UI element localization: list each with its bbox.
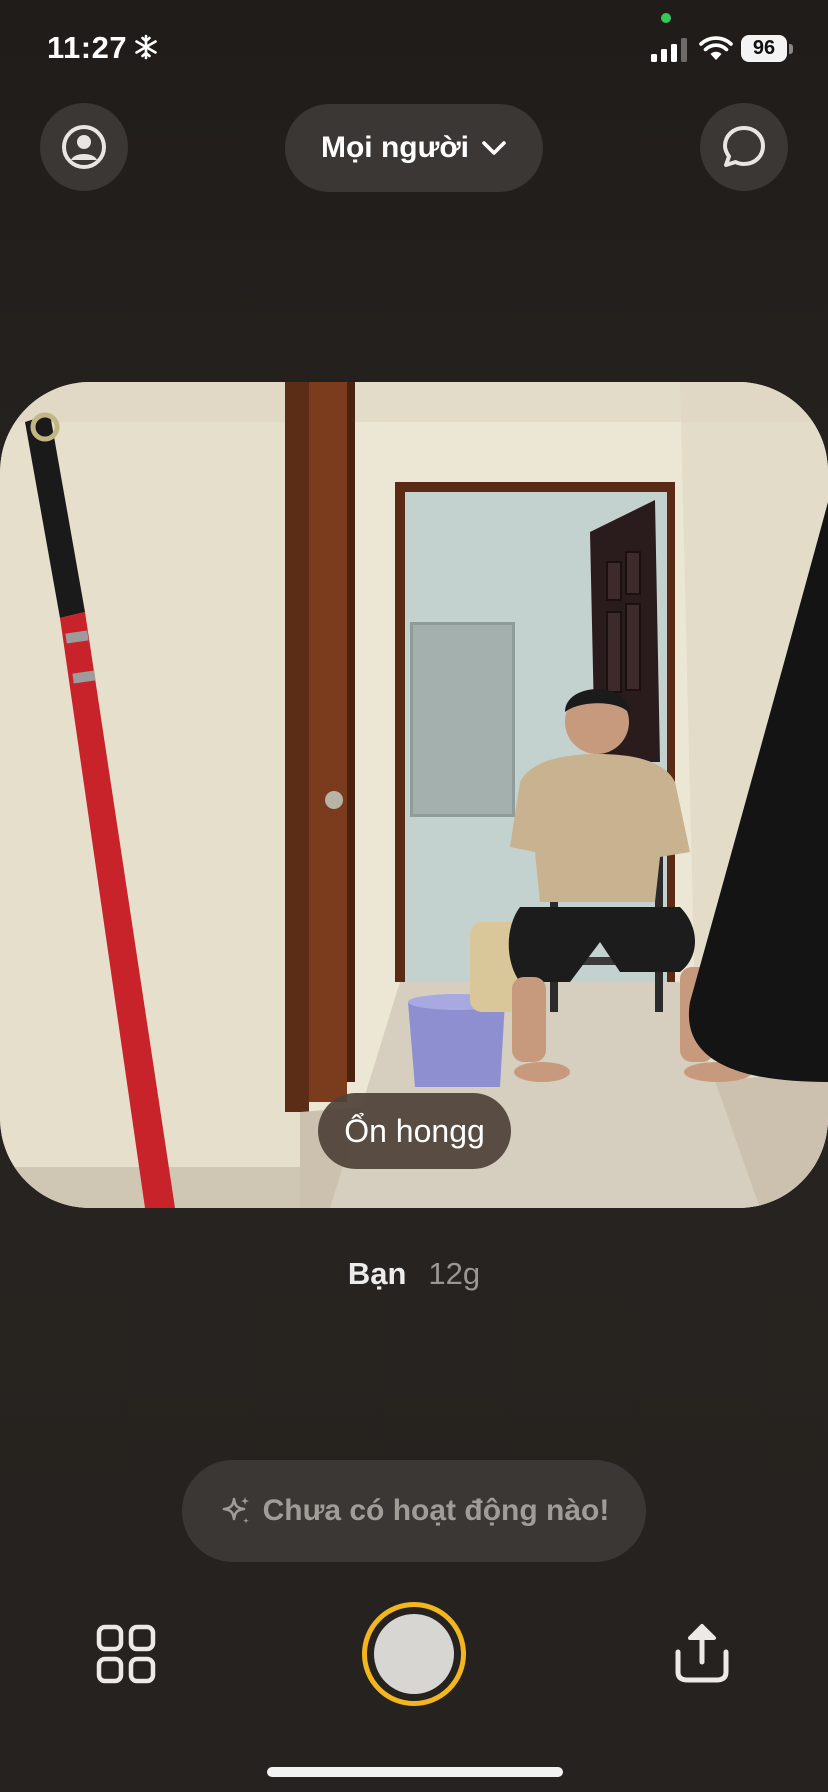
- signal-icon: [651, 38, 687, 62]
- chevron-down-icon: [482, 141, 506, 155]
- profile-icon: [62, 125, 106, 169]
- shutter-inner: [374, 1614, 454, 1694]
- audience-selector[interactable]: Mọi người: [285, 104, 543, 192]
- chat-icon: [723, 126, 765, 167]
- share-icon[interactable]: [670, 1622, 734, 1686]
- photo-card[interactable]: [0, 382, 828, 1208]
- sender-name: Bạn: [347, 1256, 407, 1291]
- photo-caption: Ổn hongg: [318, 1093, 511, 1169]
- battery-icon: 96: [741, 35, 787, 62]
- wifi-icon: [699, 36, 733, 60]
- home-indicator[interactable]: [267, 1767, 563, 1777]
- sender-info: Bạn 12g: [0, 1252, 828, 1296]
- audience-label: Mọi người: [320, 131, 470, 164]
- snowflake-icon: [135, 34, 157, 60]
- status-time: 11:27: [47, 30, 128, 65]
- activity-button[interactable]: Chưa có hoạt động nào!: [182, 1460, 646, 1562]
- app-screen: 11:27 96 Mọi người Ổn hongg Bạn 12g Chưa…: [0, 0, 828, 1792]
- status-bar: 11:27 96: [0, 0, 828, 100]
- battery-level: 96: [752, 37, 776, 59]
- privacy-indicator-dot: [661, 13, 671, 23]
- grid-icon[interactable]: [96, 1624, 156, 1684]
- profile-button[interactable]: [40, 103, 128, 191]
- chat-button[interactable]: [700, 103, 788, 191]
- sparkle-icon: [222, 1497, 249, 1524]
- battery-cap: [789, 44, 793, 54]
- sender-time: 12g: [428, 1256, 481, 1291]
- photo-image: [0, 382, 828, 1208]
- activity-text: Chưa có hoạt động nào!: [262, 1494, 610, 1527]
- shutter-button[interactable]: [362, 1602, 466, 1706]
